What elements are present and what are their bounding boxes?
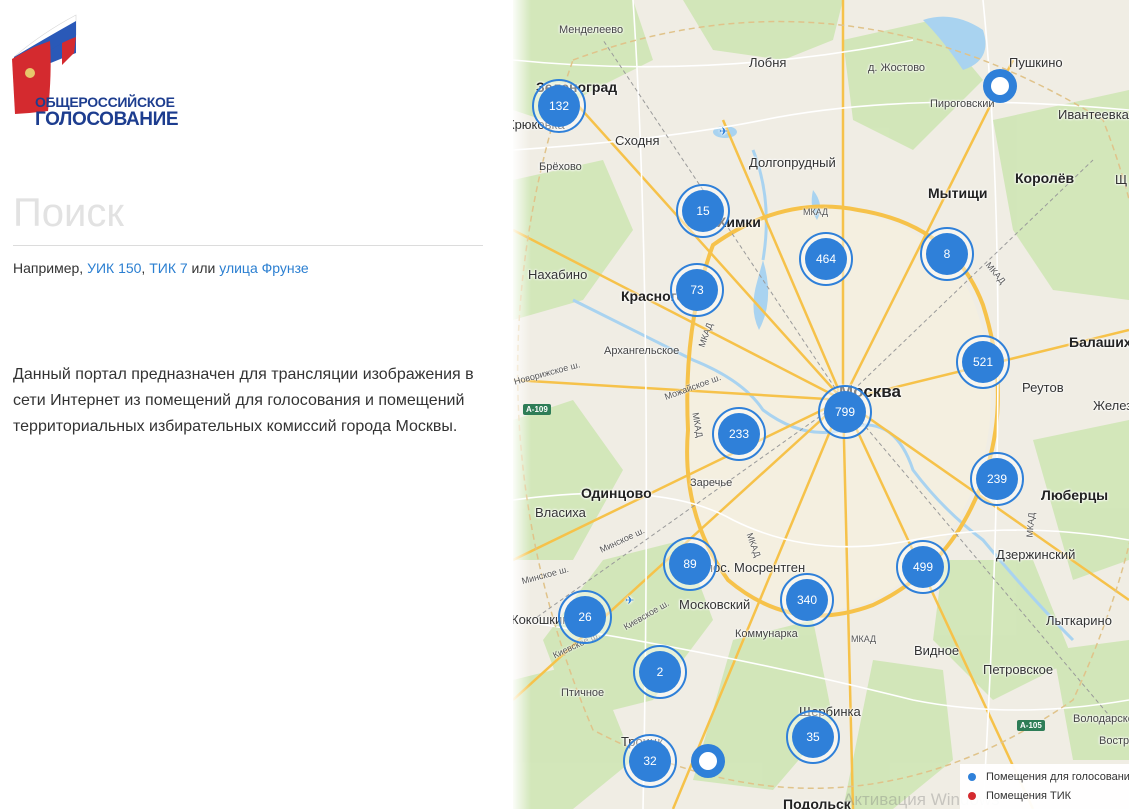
red-dot-icon bbox=[968, 792, 976, 800]
place-label: пос. Мосрентген bbox=[706, 560, 806, 575]
highway-shield: А-105 bbox=[1017, 720, 1045, 731]
cluster-marker[interactable]: 521 bbox=[956, 335, 1010, 389]
highway-shield: А-109 bbox=[523, 404, 551, 415]
place-label: Королёв bbox=[1015, 170, 1075, 186]
place-label: Сходня bbox=[615, 133, 660, 148]
airport-icon: ✈ bbox=[625, 595, 635, 607]
hint-separator: или bbox=[187, 260, 220, 276]
cluster-count: 521 bbox=[962, 341, 1004, 383]
cluster-marker[interactable]: 239 bbox=[970, 452, 1024, 506]
place-label: Нахабино bbox=[528, 267, 588, 282]
portal-description: Данный портал предназначен для трансляци… bbox=[13, 366, 474, 435]
place-label: Заречье bbox=[690, 477, 733, 489]
place-label: Балашиха bbox=[1069, 334, 1129, 350]
cluster-marker[interactable]: 464 bbox=[799, 232, 853, 286]
place-label: Ивантеевка bbox=[1058, 107, 1129, 122]
cluster-count: 2 bbox=[639, 651, 681, 693]
map[interactable]: Менделеево Лобня д. Жостово Пушкино Зеле… bbox=[513, 0, 1129, 809]
place-label: Мытищи bbox=[928, 185, 988, 201]
cluster-count: 73 bbox=[676, 269, 718, 311]
hint-prefix: Например, bbox=[13, 260, 88, 276]
road-label: МКАД bbox=[803, 207, 829, 217]
place-label: Володарское bbox=[1073, 713, 1129, 725]
cluster-count: 32 bbox=[629, 740, 671, 782]
cluster-count: 26 bbox=[564, 596, 606, 638]
cluster-count: 799 bbox=[824, 391, 866, 433]
cluster-marker[interactable]: 499 bbox=[896, 540, 950, 594]
place-label: Лобня bbox=[749, 55, 787, 70]
place-label: Архангельское bbox=[604, 345, 680, 357]
cluster-count: 89 bbox=[669, 543, 711, 585]
place-label: д. Жостово bbox=[868, 62, 926, 74]
airport-icon: ✈ bbox=[719, 126, 729, 138]
place-label: Одинцово bbox=[581, 485, 652, 501]
cluster-marker[interactable]: 73 bbox=[670, 263, 724, 317]
cluster-marker[interactable]: 32 bbox=[623, 734, 677, 788]
legend-label: Помещения для голосования bbox=[986, 771, 1129, 783]
cluster-count: 233 bbox=[718, 413, 760, 455]
polling-station-marker[interactable] bbox=[983, 69, 1017, 103]
place-label: Реутов bbox=[1022, 380, 1064, 395]
marker-center bbox=[699, 752, 717, 770]
hint-link-street[interactable]: улица Фрунзе bbox=[219, 260, 308, 276]
map-legend: Помещения для голосования Помещения ТИК bbox=[960, 764, 1129, 809]
place-label: Лыткарино bbox=[1046, 613, 1112, 628]
cluster-marker[interactable]: 35 bbox=[786, 710, 840, 764]
cluster-count: 499 bbox=[902, 546, 944, 588]
cluster-count: 132 bbox=[538, 85, 580, 127]
cluster-count: 340 bbox=[786, 579, 828, 621]
cluster-marker[interactable]: 233 bbox=[712, 407, 766, 461]
hint-link-tik[interactable]: ТИК 7 bbox=[149, 260, 187, 276]
place-label: Щ bbox=[1115, 172, 1128, 187]
cluster-count: 8 bbox=[926, 233, 968, 275]
cluster-marker[interactable]: 8 bbox=[920, 227, 974, 281]
place-label: Вострякове bbox=[1099, 735, 1129, 747]
cluster-marker[interactable]: 26 bbox=[558, 590, 612, 644]
place-label: Московский bbox=[679, 597, 751, 612]
place-label: Пироговский bbox=[930, 98, 995, 110]
legend-label: Помещения ТИК bbox=[986, 790, 1072, 802]
site-logo[interactable]: ОБЩЕРОССИЙСКОЕ ГОЛОСОВАНИЕ bbox=[12, 13, 182, 129]
cluster-marker[interactable]: 2 bbox=[633, 645, 687, 699]
cluster-count: 35 bbox=[792, 716, 834, 758]
place-label: Дзержинский bbox=[996, 547, 1076, 562]
place-label: Петровское bbox=[983, 662, 1054, 677]
sidebar: ОБЩЕРОССИЙСКОЕ ГОЛОСОВАНИЕ Например, УИК… bbox=[0, 0, 513, 809]
blue-dot-icon bbox=[968, 773, 976, 781]
place-label: Подольск bbox=[783, 796, 851, 809]
cluster-marker[interactable]: 799 bbox=[818, 385, 872, 439]
cluster-marker[interactable]: 89 bbox=[663, 537, 717, 591]
logo-line2: ГОЛОСОВАНИЕ bbox=[35, 109, 179, 130]
legend-item: Помещения ТИК bbox=[968, 790, 1129, 802]
hint-link-uik[interactable]: УИК 150 bbox=[87, 260, 141, 276]
marker-center bbox=[991, 77, 1009, 95]
cluster-count: 15 bbox=[682, 190, 724, 232]
place-label: Пушкино bbox=[1009, 55, 1063, 70]
place-label: Железнодорожный bbox=[1093, 398, 1129, 413]
polling-station-marker[interactable] bbox=[691, 744, 725, 778]
place-label: Брёхово bbox=[539, 161, 582, 173]
cluster-marker[interactable]: 132 bbox=[532, 79, 586, 133]
place-label: Власиха bbox=[535, 505, 586, 520]
search-input[interactable] bbox=[13, 182, 483, 246]
cluster-marker[interactable]: 340 bbox=[780, 573, 834, 627]
search-hint: Например, УИК 150, ТИК 7 или улица Фрунз… bbox=[13, 260, 309, 276]
place-label: Видное bbox=[914, 643, 960, 658]
place-label: Коммунарка bbox=[735, 628, 798, 640]
cluster-marker[interactable]: 15 bbox=[676, 184, 730, 238]
place-label: Птичное bbox=[561, 687, 605, 699]
legend-item: Помещения для голосования bbox=[968, 771, 1129, 783]
logo-text: ОБЩЕРОССИЙСКОЕ ГОЛОСОВАНИЕ bbox=[35, 93, 179, 130]
cluster-count: 464 bbox=[805, 238, 847, 280]
cluster-count: 239 bbox=[976, 458, 1018, 500]
place-label: Люберцы bbox=[1041, 487, 1109, 503]
place-label: Долгопрудный bbox=[749, 155, 836, 170]
road-label: МКАД bbox=[851, 634, 877, 644]
place-label: Менделеево bbox=[559, 24, 624, 36]
